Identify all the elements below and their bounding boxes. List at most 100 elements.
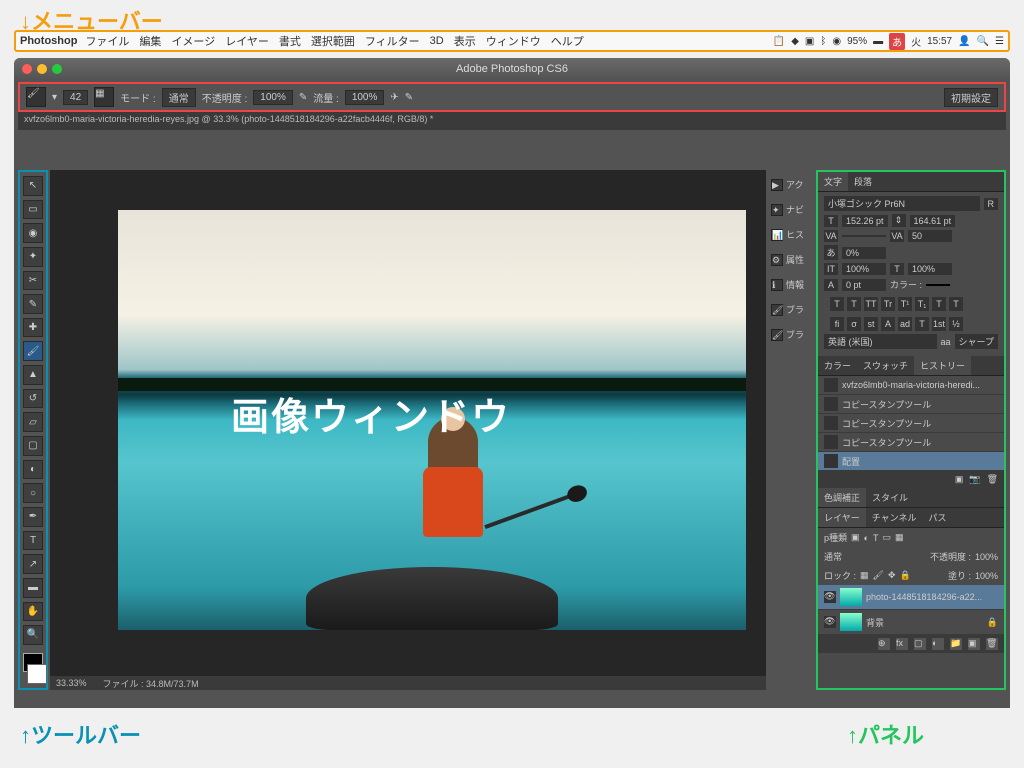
text-color[interactable] — [926, 284, 950, 286]
layer-row[interactable]: 👁 photo-1448518184296-a22... — [818, 585, 1004, 610]
marquee-tool[interactable]: ▭ — [23, 200, 43, 220]
new-layer-icon[interactable]: ▣ — [968, 638, 980, 650]
font-style-select[interactable]: R — [984, 198, 999, 210]
magic-wand-tool[interactable]: ✦ — [23, 247, 43, 267]
menu-help[interactable]: ヘルプ — [551, 33, 584, 49]
gradient-tool[interactable]: ▢ — [23, 436, 43, 456]
canvas-area[interactable]: 画像ウィンドウ 33.33% ファイル : 34.8M/73.7M — [50, 170, 766, 690]
filter-type-icon[interactable]: T — [873, 533, 879, 543]
tab-paragraph[interactable]: 段落 — [848, 172, 878, 191]
ligature-button[interactable]: fi — [830, 317, 844, 331]
dodge-tool[interactable]: ○ — [23, 483, 43, 503]
tab-history[interactable]: ヒストリー — [914, 356, 971, 375]
brush-preset-icon[interactable]: ▦ — [94, 87, 114, 107]
background-color[interactable] — [27, 664, 47, 684]
menu-select[interactable]: 選択範囲 — [311, 33, 355, 49]
swash-button[interactable]: A — [881, 317, 895, 331]
lasso-tool[interactable]: ◉ — [23, 223, 43, 243]
bluetooth-icon[interactable]: ᛒ — [820, 36, 826, 47]
vscale[interactable]: 100% — [842, 263, 886, 275]
menu-edit[interactable]: 編集 — [139, 33, 161, 49]
menu-filter[interactable]: フィルター — [365, 33, 420, 49]
panel-brush-presets[interactable]: 🖌ブラ — [768, 326, 814, 343]
tab-styles[interactable]: スタイル — [866, 488, 914, 507]
zoom-tool[interactable]: 🔍 — [23, 625, 43, 645]
layer-thumbnail[interactable] — [840, 613, 862, 631]
filter-smart-icon[interactable]: ▦ — [895, 532, 904, 543]
baseline[interactable]: 0 pt — [842, 279, 886, 291]
panel-histogram[interactable]: 📊ヒス — [768, 226, 814, 243]
filter-image-icon[interactable]: ▣ — [851, 532, 860, 543]
layer-opacity[interactable]: 100% — [975, 552, 998, 562]
eraser-tool[interactable]: ▱ — [23, 412, 43, 432]
zoom-icon[interactable] — [52, 64, 62, 74]
panel-info[interactable]: ℹ情報 — [768, 276, 814, 293]
zoom-percent[interactable]: 33.33% — [56, 678, 87, 688]
tab-layers[interactable]: レイヤー — [818, 508, 866, 527]
bold-button[interactable]: T — [830, 297, 844, 311]
hscale[interactable]: 100% — [908, 263, 952, 275]
panel-navigator[interactable]: ✦ナビ — [768, 201, 814, 218]
workspace-select[interactable]: 初期設定 — [944, 88, 998, 107]
lock-transparent-icon[interactable]: ▦ — [860, 570, 869, 581]
link-layers-icon[interactable]: ⊕ — [878, 638, 890, 650]
layer-thumbnail[interactable] — [840, 588, 862, 606]
panel-brushes[interactable]: 🖌ブラ — [768, 301, 814, 318]
healing-brush-tool[interactable]: ✚ — [23, 318, 43, 338]
lock-all-icon[interactable]: 🔒 — [900, 570, 911, 581]
tab-channels[interactable]: チャンネル — [866, 508, 923, 527]
allcaps-button[interactable]: TT — [864, 297, 878, 311]
kerning[interactable] — [842, 235, 886, 237]
clipboard-icon[interactable]: 📋 — [773, 36, 785, 47]
titling-button[interactable]: ad — [898, 317, 912, 331]
window-titlebar[interactable]: Adobe Photoshop CS6 — [14, 58, 1010, 80]
tracking[interactable]: 50 — [908, 230, 952, 242]
lock-image-icon[interactable]: 🖌 — [873, 570, 884, 581]
blur-tool[interactable]: ◐ — [23, 460, 43, 480]
menu-3d[interactable]: 3D — [430, 35, 444, 47]
layer-name[interactable]: photo-1448518184296-a22... — [866, 592, 982, 602]
shape-tool[interactable]: ▬ — [23, 578, 43, 598]
panel-properties[interactable]: ⚙属性 — [768, 251, 814, 268]
flow-value[interactable]: 100% — [345, 90, 385, 105]
oldstyle-button[interactable]: σ — [847, 317, 861, 331]
spotlight-icon[interactable]: 🔍 — [977, 36, 989, 47]
visibility-icon[interactable]: 👁 — [824, 591, 836, 603]
clone-stamp-tool[interactable]: ▲ — [23, 365, 43, 385]
dropbox-icon[interactable]: ▣ — [805, 36, 814, 47]
history-brush-tool[interactable]: ↺ — [23, 389, 43, 409]
ime-indicator[interactable]: あ — [889, 33, 905, 50]
menu-image[interactable]: イメージ — [171, 33, 215, 49]
tablet-pressure-opacity-icon[interactable]: ✎ — [299, 92, 307, 103]
eyedropper-tool[interactable]: ✎ — [23, 294, 43, 314]
strike-button[interactable]: T — [949, 297, 963, 311]
filter-shape-icon[interactable]: ▭ — [882, 532, 891, 543]
tab-swatches[interactable]: スウォッチ — [857, 356, 914, 375]
move-tool[interactable]: ↖ — [23, 176, 43, 196]
underline-button[interactable]: T — [932, 297, 946, 311]
user-icon[interactable]: 👤 — [958, 36, 970, 47]
layer-filter-kind[interactable]: p種類 — [824, 531, 847, 544]
history-snapshot[interactable]: xvfzo6lmb0-maria-victoria-heredi... — [818, 376, 1004, 395]
opacity-value[interactable]: 100% — [253, 90, 293, 105]
menu-file[interactable]: ファイル — [85, 33, 129, 49]
tab-adjustments[interactable]: 色調補正 — [818, 488, 866, 507]
history-item[interactable]: コピースタンプツール — [818, 414, 1004, 433]
font-select[interactable]: 小塚ゴシック Pr6N — [824, 196, 980, 211]
history-item[interactable]: 配置 — [818, 452, 1004, 471]
tab-paths[interactable]: パス — [922, 508, 952, 527]
app-name[interactable]: Photoshop — [20, 35, 77, 47]
layer-mask-icon[interactable]: ▢ — [914, 638, 926, 650]
document-image[interactable]: 画像ウィンドウ — [118, 210, 746, 630]
panel-actions[interactable]: ▶アク — [768, 176, 814, 193]
superscript-button[interactable]: T¹ — [898, 297, 912, 311]
font-size[interactable]: 152.26 pt — [842, 215, 888, 227]
ordinal-button[interactable]: T — [915, 317, 929, 331]
tab-character[interactable]: 文字 — [818, 172, 848, 191]
adjustment-layer-icon[interactable]: ◐ — [932, 638, 944, 650]
layer-row[interactable]: 👁背景🔒 — [818, 610, 1004, 635]
menu-view[interactable]: 表示 — [454, 33, 476, 49]
layer-fx-icon[interactable]: fx — [896, 638, 908, 650]
path-select-tool[interactable]: ↗ — [23, 554, 43, 574]
smallcaps-button[interactable]: Tr — [881, 297, 895, 311]
